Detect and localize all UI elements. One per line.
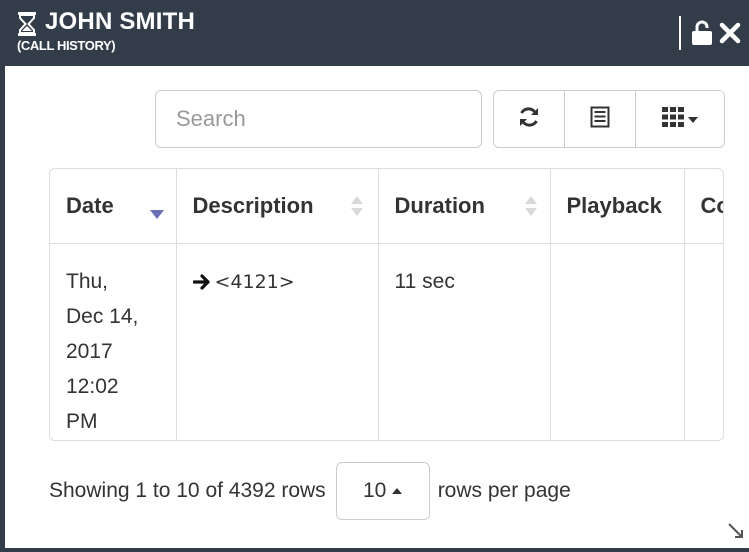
sort-both-icon [350, 196, 363, 222]
cell-duration: 11 sec [378, 243, 551, 440]
column-header-playback[interactable]: Playback [550, 169, 685, 244]
cell-description: <4121> [176, 243, 379, 440]
search-box[interactable] [155, 90, 482, 148]
resize-handle-icon[interactable] [727, 522, 745, 540]
page-size-value: 10 [363, 479, 387, 502]
refresh-button[interactable] [494, 91, 565, 147]
date-line: PM [66, 409, 98, 433]
column-header-date[interactable]: Date [50, 169, 177, 244]
column-header-duration[interactable]: Duration [378, 169, 551, 244]
table-toolbar-buttons [493, 90, 725, 148]
column-header-label: Duration [394, 192, 485, 218]
columns-dropdown-button[interactable] [636, 91, 724, 147]
date-line: 2017 [66, 339, 113, 363]
cell-extra [684, 243, 723, 440]
table-header-row: Date Description Duration Playback C [50, 169, 724, 244]
toggle-view-button[interactable] [565, 91, 636, 147]
window-controls [679, 16, 741, 50]
list-icon [590, 106, 610, 133]
controls-divider [679, 16, 681, 50]
column-header-label: Co [700, 192, 724, 218]
column-header-description[interactable]: Description [176, 169, 379, 244]
caret-up-icon [392, 488, 403, 494]
date-line: Thu, [66, 269, 109, 293]
cell-date: Thu, Dec 14, 2017 12:02 PM [50, 243, 177, 440]
column-header-label: Date [66, 192, 114, 218]
column-header-extra[interactable]: Co [684, 169, 724, 244]
close-icon[interactable] [719, 22, 741, 44]
sort-both-icon [524, 196, 537, 222]
hourglass-icon [15, 10, 39, 38]
window-titlebar[interactable]: JOHN SMITH (CALL HISTORY) [5, 0, 749, 66]
cell-playback [550, 243, 685, 440]
window-title: JOHN SMITH [45, 8, 196, 35]
call-history-window: JOHN SMITH (CALL HISTORY) Search Date De… [0, 0, 749, 552]
rows-per-page-label: rows per page [437, 479, 571, 502]
table-row[interactable]: Thu, Dec 14, 2017 12:02 PM <4121> 11 sec [50, 243, 723, 440]
sort-desc-icon [150, 200, 164, 226]
refresh-icon [517, 105, 541, 134]
pagination-info: Showing 1 to 10 of 4392 rows [49, 479, 326, 502]
page-size-dropdown[interactable]: 10 [335, 462, 430, 520]
call-history-table: Date Description Duration Playback C Thu… [49, 168, 724, 441]
arrow-right-icon [191, 266, 211, 301]
columns-icon [662, 106, 684, 132]
duration-text: 11 sec [394, 269, 455, 293]
caret-down-icon [688, 110, 698, 128]
column-header-label: Description [192, 192, 314, 218]
search-input[interactable] [156, 91, 481, 147]
column-header-label: Playback [566, 192, 662, 218]
pagination-bar: Showing 1 to 10 of 4392 rows 10 rows per… [49, 462, 571, 520]
window-subtitle: (CALL HISTORY) [17, 38, 116, 53]
unlock-icon[interactable] [691, 20, 713, 46]
description-text: <4121> [214, 270, 295, 293]
date-line: Dec 14, [66, 304, 139, 328]
date-line: 12:02 [66, 374, 119, 398]
